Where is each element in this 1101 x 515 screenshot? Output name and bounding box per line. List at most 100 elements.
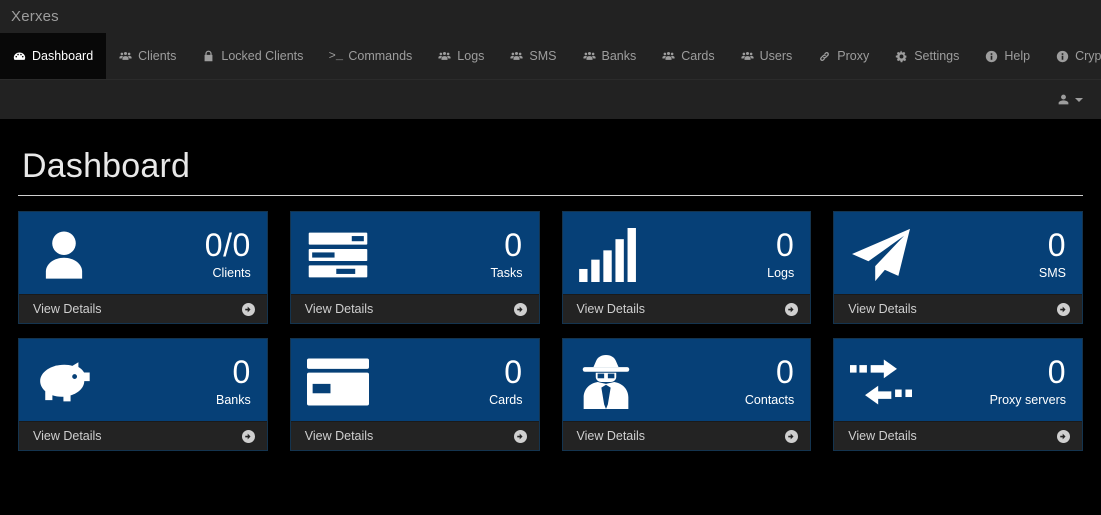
chevron-down-icon [1075,98,1083,102]
nav-item-crypts[interactable]: Crypts [1043,33,1101,79]
info-circle-icon [1056,50,1069,63]
nav-item-banks[interactable]: Banks [570,33,650,79]
arrow-circle-right-icon [785,303,798,316]
stat-card-figures: 0Tasks [491,229,523,281]
stat-card-count: 0 [1039,229,1066,262]
nav-item-locked-clients[interactable]: Locked Clients [189,33,316,79]
stat-card-view-details-button[interactable]: View Details [291,421,539,450]
stat-card-label: Proxy servers [990,389,1066,408]
stat-card-body: 0Contacts [563,339,811,421]
stat-card-view-details-button[interactable]: View Details [19,421,267,450]
stat-card-footer-label: View Details [577,429,646,443]
stat-card-figures: 0Banks [216,356,251,408]
user-menu-button[interactable] [1057,93,1083,106]
nav-item-users[interactable]: Users [728,33,806,79]
nav-item-clients[interactable]: Clients [106,33,189,79]
credit-card-icon [307,358,369,406]
title-divider [18,195,1083,196]
stat-card-sms[interactable]: 0SMS View Details [833,211,1083,324]
stat-card-body: 0/0Clients [19,212,267,294]
stat-card-label: Tasks [491,262,523,281]
exchange-arrows-icon [850,357,912,407]
stat-card-label: SMS [1039,262,1066,281]
gear-icon [895,50,908,63]
nav-item-settings[interactable]: Settings [882,33,972,79]
stat-card-proxy-servers[interactable]: 0Proxy servers View Details [833,338,1083,451]
user-icon [35,226,97,284]
nav-item-label: Cards [681,49,714,63]
nav-item-label: Dashboard [32,49,93,63]
stat-card-footer-label: View Details [848,429,917,443]
user-bar [0,79,1101,119]
stat-cards-grid: 0/0ClientsView Details0TasksView Details… [18,211,1083,451]
nav-item-proxy[interactable]: Proxy [805,33,882,79]
stat-card-body: 0Banks [19,339,267,421]
stat-card-contacts[interactable]: 0Contacts View Details [562,338,812,451]
nav-item-help[interactable]: Help [972,33,1043,79]
arrow-circle-right-icon [514,303,527,316]
arrow-circle-right-icon [514,430,527,443]
stat-card-figures: 0/0Clients [205,229,251,281]
piggy-bank-icon [35,356,97,408]
stat-card-clients[interactable]: 0/0Clients View Details [18,211,268,324]
stat-card-figures: 0SMS [1039,229,1066,281]
stat-card-count: 0 [767,229,794,262]
nav-item-cards[interactable]: Cards [649,33,727,79]
stat-card-label: Contacts [745,389,794,408]
nav-item-label: Logs [457,49,484,63]
arrow-circle-right-icon [1057,430,1070,443]
stat-card-banks[interactable]: 0Banks View Details [18,338,268,451]
link-chain-icon [818,50,831,63]
stat-card-body: 0SMS [834,212,1082,294]
stat-card-figures: 0Proxy servers [990,356,1066,408]
page-container: Dashboard 0/0ClientsView Details0TasksVi… [0,119,1101,451]
stat-card-view-details-button[interactable]: View Details [834,294,1082,323]
arrow-circle-right-icon [1057,303,1070,316]
stat-card-footer-label: View Details [577,302,646,316]
nav-item-label: Banks [602,49,637,63]
users-group-icon [119,50,132,63]
nav-item-dashboard[interactable]: Dashboard [0,33,106,79]
stat-card-view-details-button[interactable]: View Details [19,294,267,323]
stat-card-figures: 0Logs [767,229,794,281]
nav-item-label: Settings [914,49,959,63]
arrow-circle-right-icon [785,430,798,443]
nav-item-label: Help [1004,49,1030,63]
stat-card-label: Clients [205,262,251,281]
stat-card-count: 0 [491,229,523,262]
nav-item-label: Users [760,49,793,63]
nav-item-label: Clients [138,49,176,63]
stat-card-body: 0Tasks [291,212,539,294]
arrow-circle-right-icon [242,303,255,316]
signal-bars-icon [579,228,641,282]
nav-item-commands[interactable]: >_Commands [316,33,425,79]
nav-item-label: Commands [348,49,412,63]
stat-card-label: Cards [489,389,522,408]
users-group-icon [438,50,451,63]
stat-card-label: Logs [767,262,794,281]
paper-plane-icon [850,227,912,283]
stat-card-view-details-button[interactable]: View Details [563,421,811,450]
stat-card-figures: 0Cards [489,356,522,408]
stat-card-footer-label: View Details [848,302,917,316]
nav-item-logs[interactable]: Logs [425,33,497,79]
stat-card-count: 0/0 [205,229,251,262]
stat-card-body: 0Proxy servers [834,339,1082,421]
stat-card-cards[interactable]: 0Cards View Details [290,338,540,451]
brand-title[interactable]: Xerxes [11,9,59,24]
stat-card-count: 0 [489,356,522,389]
nav-item-label: SMS [529,49,556,63]
lock-icon [202,50,215,63]
stat-card-logs[interactable]: 0Logs View Details [562,211,812,324]
stat-card-footer-label: View Details [305,429,374,443]
users-group-icon [741,50,754,63]
stat-card-view-details-button[interactable]: View Details [834,421,1082,450]
user-icon [1057,93,1070,106]
stat-card-tasks[interactable]: 0Tasks View Details [290,211,540,324]
stat-card-view-details-button[interactable]: View Details [291,294,539,323]
stat-card-footer-label: View Details [33,302,102,316]
stat-card-view-details-button[interactable]: View Details [563,294,811,323]
user-secret-icon [579,353,641,411]
stat-card-figures: 0Contacts [745,356,794,408]
nav-item-sms[interactable]: SMS [497,33,569,79]
